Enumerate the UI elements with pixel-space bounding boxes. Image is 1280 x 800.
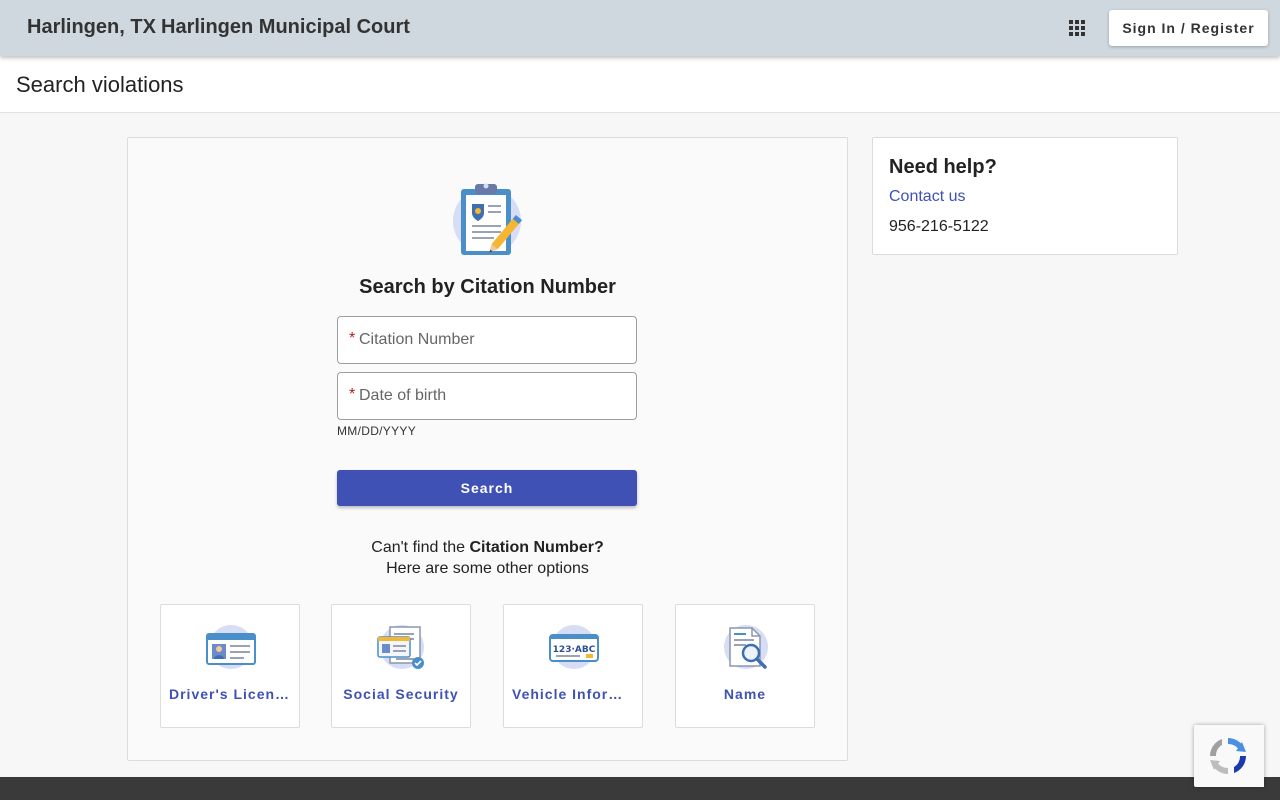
alt-options-subtext: Here are some other options <box>386 560 589 577</box>
page-footer <box>0 777 1280 800</box>
option-label: Social Security <box>343 686 459 702</box>
option-label: Name <box>723 686 767 702</box>
recaptcha-badge[interactable] <box>1194 725 1264 787</box>
brand-city[interactable]: Harlingen, TX <box>27 16 156 39</box>
option-name[interactable]: Name <box>675 604 815 728</box>
citation-search-card: Search by Citation Number * * MM/DD/YYYY… <box>127 137 848 761</box>
help-phone-number: 956-216-5122 <box>889 218 989 235</box>
citation-number-field[interactable]: * <box>337 316 637 364</box>
search-button[interactable]: Search <box>337 470 637 506</box>
option-label: Driver's License <box>169 686 291 702</box>
option-vehicle-information[interactable]: 123·ABC Vehicle Information <box>503 604 643 728</box>
alt-prompt-emphasis: Citation Number? <box>469 539 604 556</box>
top-bar: Harlingen, TX Harlingen Municipal Court … <box>0 0 1280 56</box>
recaptcha-icon <box>1210 738 1246 774</box>
drivers-license-icon <box>205 625 257 671</box>
svg-text:123·ABC: 123·ABC <box>553 645 596 655</box>
apps-grid-icon[interactable] <box>1065 16 1089 40</box>
brand-court-name[interactable]: Harlingen Municipal Court <box>161 16 410 39</box>
required-asterisk: * <box>349 386 356 403</box>
date-of-birth-field[interactable]: * <box>337 372 637 420</box>
option-social-security[interactable]: Social Security <box>331 604 471 728</box>
alt-options-prompt: Can't find the Citation Number? <box>128 539 847 557</box>
citation-number-input[interactable] <box>359 318 629 362</box>
date-of-birth-input[interactable] <box>359 374 629 418</box>
page-title: Search violations <box>16 72 184 97</box>
search-heading: Search by Citation Number <box>359 276 616 298</box>
document-magnifier-icon <box>720 625 772 671</box>
help-card: Need help? Contact us 956-216-5122 <box>872 137 1178 255</box>
date-format-hint: MM/DD/YYYY <box>337 424 417 438</box>
page-header: Search violations <box>0 56 1280 113</box>
help-title: Need help? <box>889 156 997 178</box>
social-security-card-icon <box>376 625 428 671</box>
license-plate-icon: 123·ABC <box>548 625 600 671</box>
alt-prompt-text: Can't find the <box>371 539 470 556</box>
contact-us-link[interactable]: Contact us <box>889 188 965 206</box>
option-drivers-license[interactable]: Driver's License <box>160 604 300 728</box>
clipboard-pencil-icon <box>451 181 525 263</box>
option-label: Vehicle Information <box>512 686 634 702</box>
sign-in-register-button[interactable]: Sign In / Register <box>1109 10 1268 46</box>
required-asterisk: * <box>349 330 356 347</box>
